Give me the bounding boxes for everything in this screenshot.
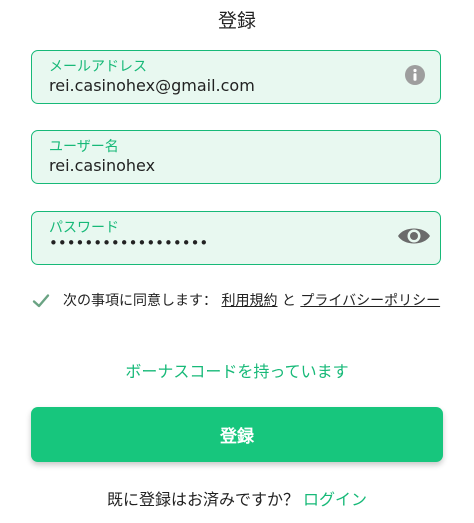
- email-value[interactable]: rei.casinohex@gmail.com: [49, 76, 255, 95]
- username-field[interactable]: ユーザー名 rei.casinohex: [31, 130, 441, 184]
- agreement-prefix: 次の事項に同意します：: [63, 293, 217, 309]
- email-field[interactable]: メールアドレス rei.casinohex@gmail.com: [31, 50, 441, 104]
- password-value[interactable]: ••••••••••••••••••: [49, 234, 208, 252]
- register-button[interactable]: 登録: [31, 407, 443, 462]
- username-value[interactable]: rei.casinohex: [49, 156, 155, 175]
- page-title: 登録: [217, 10, 256, 32]
- username-label: ユーザー名: [49, 139, 119, 155]
- password-field[interactable]: パスワード ••••••••••••••••••: [31, 211, 441, 265]
- login-link[interactable]: ログイン: [303, 490, 367, 509]
- agreement-text: 次の事項に同意します： 利用規約 と プライバシーポリシー: [63, 289, 463, 313]
- check-icon: [32, 294, 50, 308]
- agreement-conjunction: と: [281, 293, 296, 309]
- bonus-code-link[interactable]: ボーナスコードを持っています: [0, 358, 474, 382]
- agree-checkbox[interactable]: [31, 291, 51, 311]
- email-label: メールアドレス: [49, 59, 147, 75]
- terms-link[interactable]: 利用規約: [221, 293, 277, 309]
- login-question: 既に登録はお済みですか？: [106, 490, 299, 509]
- registration-form: 登録 メールアドレス rei.casinohex@gmail.com ユーザー名…: [0, 0, 474, 523]
- eye-icon[interactable]: [396, 224, 432, 252]
- info-icon[interactable]: [404, 64, 426, 90]
- login-row: 既に登録はお済みですか？ ログイン: [0, 486, 474, 510]
- privacy-link[interactable]: プライバシーポリシー: [300, 293, 440, 309]
